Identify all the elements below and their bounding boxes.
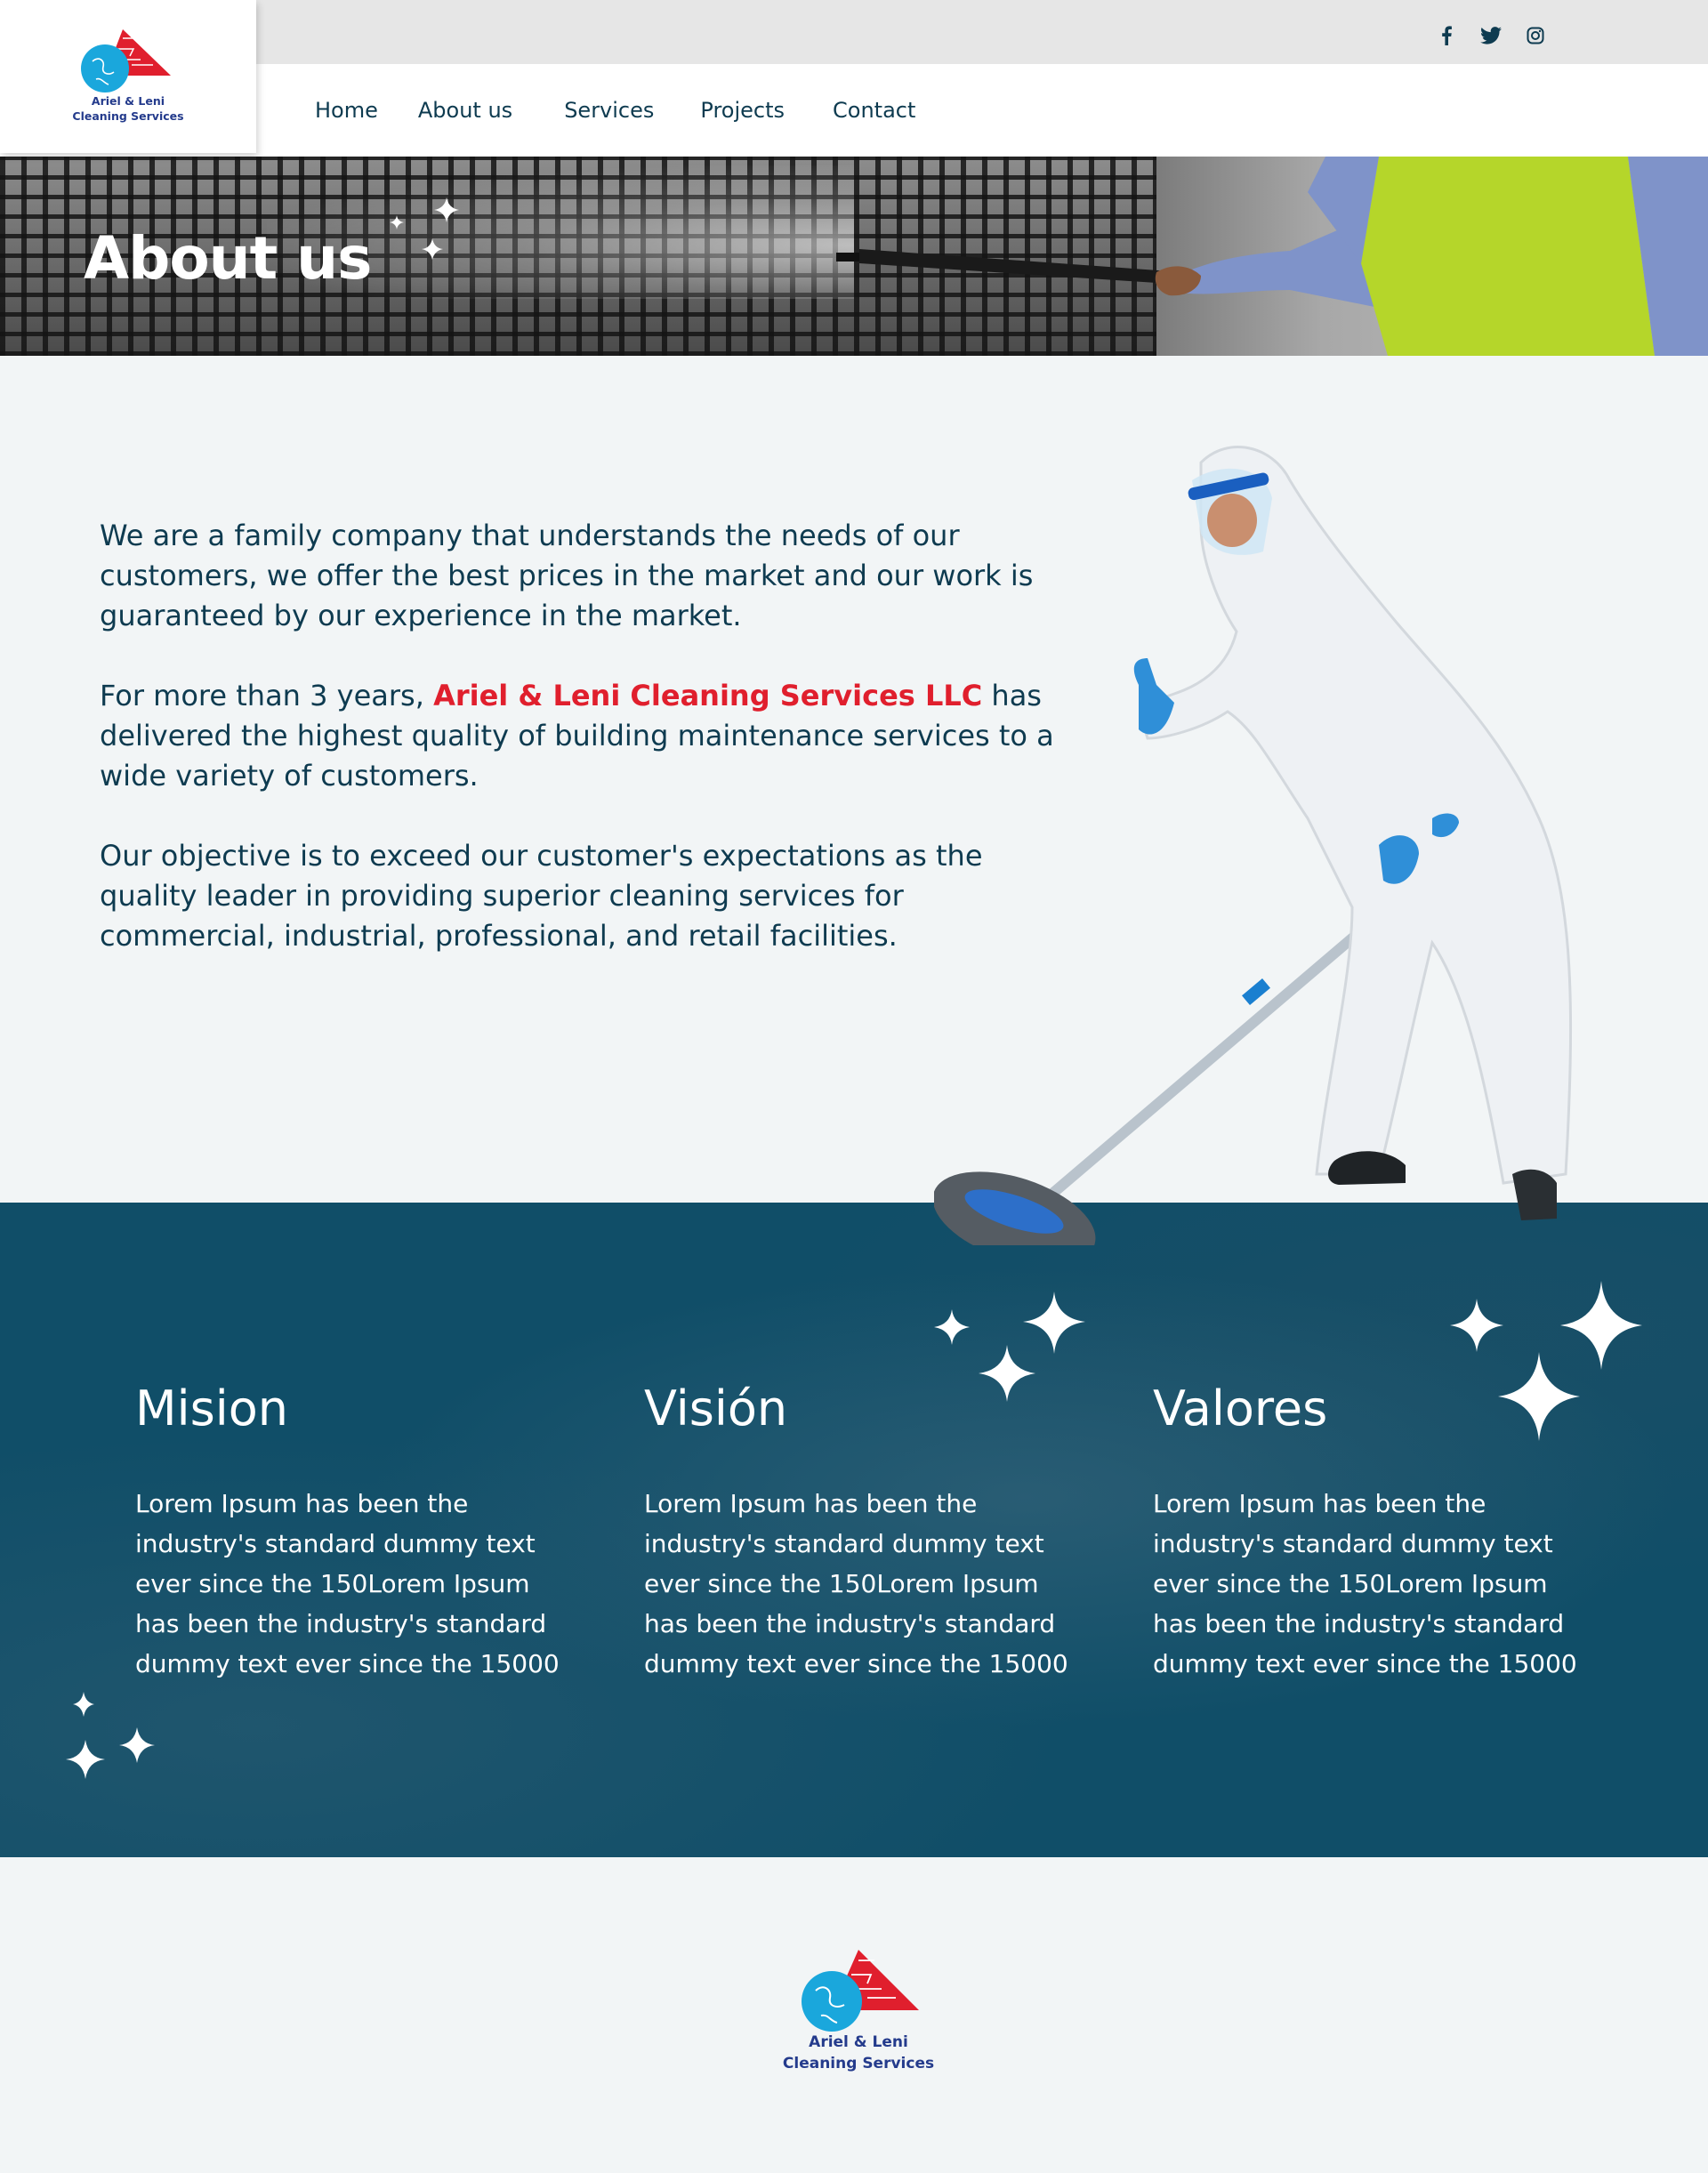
logo-text: Ariel & Leni Cleaning Services	[72, 93, 183, 124]
nav-services[interactable]: Services	[564, 98, 654, 123]
twitter-icon[interactable]	[1480, 25, 1502, 46]
about-paragraph-2: For more than 3 years, Ariel & Leni Clea…	[100, 676, 1060, 796]
social-links	[1436, 25, 1546, 46]
top-bar	[0, 0, 1708, 64]
facebook-icon[interactable]	[1436, 25, 1457, 46]
mission-text: Lorem Ipsum has been the industry's stan…	[135, 1489, 560, 1678]
pressure-washer-image	[836, 157, 1708, 356]
worker-with-mop-image	[934, 446, 1573, 1245]
sparkle-icon	[1450, 1281, 1642, 1441]
logo-icon	[802, 1950, 919, 2032]
hero-banner: About us	[0, 157, 1708, 356]
mission-title: Mision	[135, 1380, 288, 1437]
sparkle-icon	[390, 197, 459, 260]
footer-name-line1: Ariel & Leni	[809, 2033, 908, 2051]
mission-column: Mision Lorem Ipsum has been the industry…	[135, 1380, 580, 1684]
footer-logo-text: Ariel & Leni Cleaning Services	[783, 2032, 934, 2074]
footer-logo[interactable]: Ariel & Leni Cleaning Services	[783, 1950, 934, 2074]
header-logo[interactable]: Ariel & Leni Cleaning Services	[0, 0, 256, 153]
company-name-highlight: Ariel & Leni Cleaning Services LLC	[433, 679, 983, 712]
logo-name-line1: Ariel & Leni	[91, 94, 165, 108]
nav-contact[interactable]: Contact	[833, 98, 915, 123]
page: Ariel & Leni Cleaning Services Home Abou…	[0, 0, 1708, 2173]
logo-name-line2: Cleaning Services	[72, 109, 184, 123]
sparkle-icon	[66, 1692, 155, 1779]
about-paragraph-1: We are a family company that understands…	[100, 519, 1034, 632]
vision-text: Lorem Ipsum has been the industry's stan…	[644, 1489, 1068, 1678]
footer: Ariel & Leni Cleaning Services	[0, 1857, 1708, 2173]
nav-projects[interactable]: Projects	[700, 98, 785, 123]
values-text: Lorem Ipsum has been the industry's stan…	[1153, 1489, 1577, 1678]
sparkle-icon	[934, 1292, 1085, 1402]
about-text: We are a family company that understands…	[100, 516, 1060, 996]
nav-home[interactable]: Home	[315, 98, 378, 123]
logo-icon	[81, 29, 171, 93]
instagram-icon[interactable]	[1525, 25, 1546, 46]
values-section: Mision Lorem Ipsum has been the industry…	[0, 1203, 1708, 1857]
about-paragraph-2-prefix: For more than 3 years,	[100, 679, 434, 712]
hero-title: About us	[84, 224, 372, 293]
main-nav: Home About us Services Projects Contact	[315, 64, 915, 157]
nav-about-us[interactable]: About us	[418, 98, 512, 123]
about-paragraph-3: Our objective is to exceed our customer'…	[100, 839, 983, 953]
footer-name-line2: Cleaning Services	[782, 2055, 935, 2072]
